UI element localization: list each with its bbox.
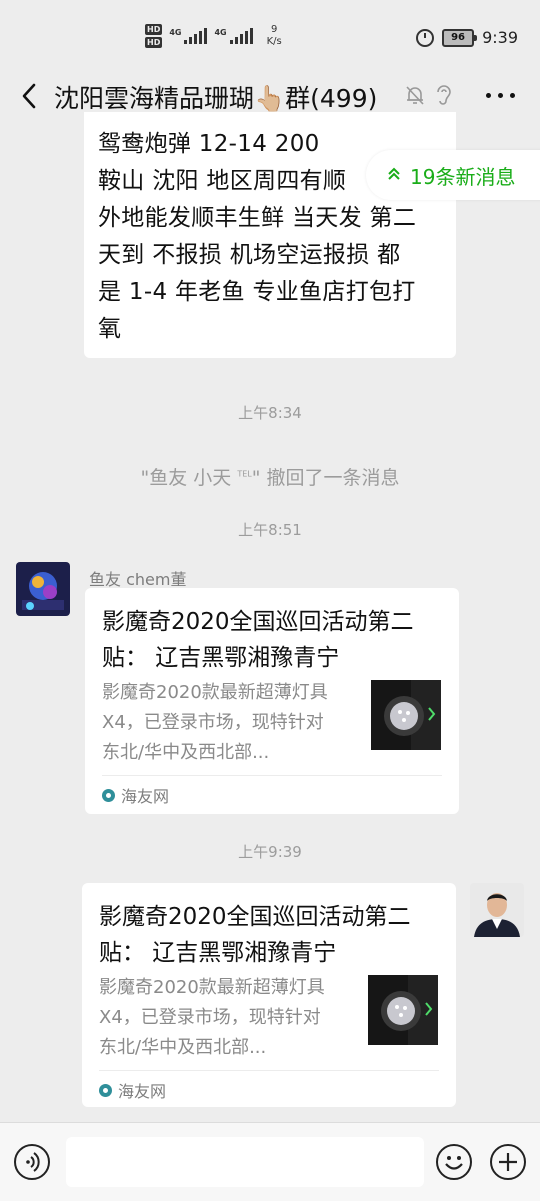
card-divider [102, 775, 442, 776]
new-messages-label: 19条新消息 [410, 164, 516, 189]
card-description: 影魔奇2020款最新超薄灯具X4，已登录市场，现特针对东北/华中及西北部... [102, 682, 328, 763]
incoming-link-card[interactable]: 影魔奇2020全国巡回活动第二贴： 辽吉黑鄂湘豫青宁 影魔奇2020款最新超薄灯… [85, 588, 459, 814]
my-avatar[interactable] [470, 883, 524, 937]
hd-badge-1: HD [145, 24, 163, 35]
hd-badges: HD HD [145, 24, 163, 48]
emoji-icon[interactable] [436, 1144, 472, 1180]
message-bubble: 鸳鸯炮弹 12-14 200 鞍山 沈阳 地区周四有顺 外地能发顺丰生鲜 当天发… [84, 112, 456, 358]
recall-notice: "鱼友 小天 TEL" 撤回了一条消息 [140, 467, 400, 489]
card-divider [99, 1070, 439, 1071]
card-source: 海友网 [99, 1078, 166, 1102]
voice-icon[interactable] [14, 1144, 50, 1180]
card-thumbnail [371, 680, 441, 750]
new-messages-button[interactable]: 19条新消息 [366, 150, 540, 200]
chat-title: 沈阳雲海精品珊瑚👆🏼群(499) [54, 84, 378, 113]
mute-icon [404, 84, 426, 110]
timestamp: 上午9:39 [238, 843, 302, 861]
card-thumbnail [368, 975, 438, 1045]
source-logo-icon [102, 788, 115, 802]
message-input[interactable] [66, 1137, 424, 1187]
network-speed: 9 K/s [266, 24, 282, 47]
signal-icon-2: 4G [214, 28, 253, 44]
hd-badge-2: HD [145, 37, 163, 48]
sender-name: 鱼友 chem董 [89, 570, 187, 589]
timestamp: 上午8:51 [238, 521, 302, 539]
network-indicators: HD HD 4G 4G 9 K/s [145, 24, 282, 48]
card-source: 海友网 [102, 783, 169, 807]
battery-icon: 96 [442, 28, 478, 47]
status-bar: HD HD 4G 4G 9 K/s 96 9:39 [0, 0, 540, 66]
more-icon[interactable] [486, 93, 515, 98]
double-chevron-up-icon [388, 167, 400, 184]
status-right: 96 9:39 [416, 28, 518, 47]
sender-avatar[interactable] [16, 562, 70, 616]
timestamp: 上午8:34 [238, 404, 302, 422]
clock: 9:39 [482, 28, 518, 47]
signal-icon-1: 4G [169, 28, 208, 44]
outgoing-link-card[interactable]: 影魔奇2020全国巡回活动第二贴： 辽吉黑鄂湘豫青宁 影魔奇2020款最新超薄灯… [82, 883, 456, 1107]
card-description: 影魔奇2020款最新超薄灯具X4，已登录市场，现特针对东北/华中及西北部... [99, 977, 325, 1058]
card-title: 影魔奇2020全国巡回活动第二贴： 辽吉黑鄂湘豫青宁 [102, 609, 414, 671]
back-icon[interactable] [18, 80, 46, 112]
alarm-icon [416, 28, 435, 47]
plus-icon[interactable] [490, 1144, 526, 1180]
ear-icon [434, 83, 454, 111]
card-title: 影魔奇2020全国巡回活动第二贴： 辽吉黑鄂湘豫青宁 [99, 904, 411, 966]
source-logo-icon [99, 1083, 112, 1097]
input-bar [0, 1122, 540, 1201]
